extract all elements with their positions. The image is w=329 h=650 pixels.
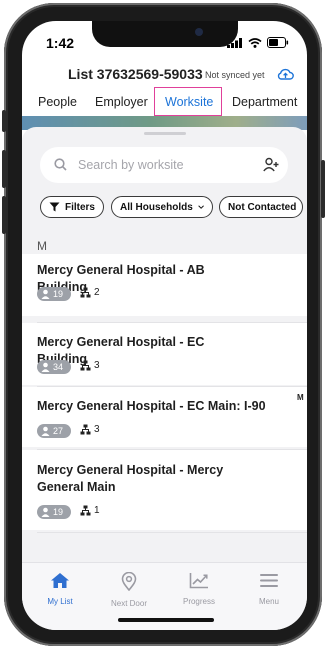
volume-down-button	[2, 196, 6, 234]
people-count-badge: 19	[37, 287, 71, 301]
search-bar[interactable]: Search by worksite	[40, 147, 288, 183]
filter-funnel-icon	[49, 202, 60, 212]
person-icon	[41, 426, 50, 436]
all-households-label: All Households	[120, 201, 193, 213]
household-count-value: 1	[94, 505, 100, 516]
location-pin-icon	[121, 571, 137, 592]
nav-label: Progress	[182, 597, 215, 606]
notch	[92, 21, 238, 47]
page-title: List 37632569-59033	[68, 66, 203, 82]
nav-menu[interactable]: Menu	[234, 572, 304, 606]
hierarchy-icon	[80, 424, 91, 435]
chart-icon	[189, 573, 208, 589]
person-icon	[41, 507, 50, 517]
phone-screen: 1:42 List 37632569-59033 Not synced yet	[22, 21, 307, 630]
search-input[interactable]: Search by worksite	[78, 158, 184, 172]
menu-icon	[260, 574, 278, 587]
people-count-badge: 27	[37, 424, 71, 438]
camera-icon	[195, 28, 203, 36]
worksite-name: Mercy General Hospital - Mercy General M…	[37, 463, 224, 494]
nav-label: Menu	[258, 597, 279, 606]
household-count-value: 3	[94, 360, 100, 371]
nav-progress[interactable]: Progress	[164, 572, 234, 606]
people-count: 34	[53, 362, 64, 372]
tab-highlight-box	[154, 87, 222, 116]
silent-switch	[2, 110, 6, 132]
home-icon	[51, 573, 69, 588]
filters-button[interactable]: Filters	[40, 196, 104, 218]
home-indicator[interactable]	[118, 618, 214, 622]
household-count: 2	[80, 287, 100, 298]
hierarchy-icon	[80, 360, 91, 371]
people-count-badge: 34	[37, 360, 71, 374]
power-button	[321, 160, 325, 218]
not-contacted-label: Not Contacted	[228, 201, 297, 213]
person-icon	[41, 289, 50, 299]
filters-label: Filters	[64, 201, 95, 213]
worksite-row[interactable]: Mercy General Hospital - Mercy General M…	[22, 450, 307, 530]
hierarchy-icon	[80, 505, 91, 516]
chevron-down-icon	[198, 205, 204, 209]
people-count: 27	[53, 426, 64, 436]
not-contacted-filter[interactable]: Not Contacted	[219, 196, 303, 218]
list-header: List 37632569-59033 Not synced yet	[22, 62, 307, 90]
nav-my-list[interactable]: My List	[25, 572, 95, 606]
battery-icon	[267, 37, 289, 48]
household-count: 3	[80, 424, 100, 435]
sheet-grabber[interactable]	[144, 132, 186, 135]
people-count-badge: 19	[37, 505, 71, 519]
sync-status: Not synced yet	[205, 70, 265, 80]
status-time: 1:42	[46, 35, 75, 51]
nav-label: Next Door	[110, 599, 147, 608]
worksite-row[interactable]: Mercy General Hospital - AB Building 19 …	[22, 254, 307, 316]
add-person-icon[interactable]	[263, 157, 279, 172]
household-count: 1	[80, 505, 100, 516]
all-households-dropdown[interactable]: All Households	[111, 196, 213, 218]
nav-label: My List	[47, 597, 73, 606]
hierarchy-icon	[80, 287, 91, 298]
household-count: 3	[80, 360, 100, 371]
people-count: 19	[53, 507, 64, 517]
worksite-row[interactable]: Mercy General Hospital - EC Building 34 …	[22, 323, 307, 385]
worksite-name: Mercy General Hospital - EC Main: I-90	[37, 399, 266, 413]
person-icon	[41, 362, 50, 372]
filter-bar: Filters All Households Not Contacted	[40, 196, 307, 220]
household-count-value: 2	[94, 287, 100, 298]
search-icon	[54, 158, 67, 171]
volume-up-button	[2, 150, 6, 188]
cloud-upload-icon[interactable]	[277, 67, 294, 81]
worksite-row[interactable]: Mercy General Hospital - EC Main: I-90 2…	[22, 387, 307, 447]
tab-people[interactable]: People	[38, 95, 77, 109]
tab-employer[interactable]: Employer	[95, 95, 148, 109]
section-header: M	[37, 239, 47, 253]
alphabet-index-letter[interactable]: M	[297, 393, 304, 402]
status-icons	[227, 37, 289, 48]
divider	[37, 532, 307, 533]
tab-department[interactable]: Department	[232, 95, 297, 109]
household-count-value: 3	[94, 424, 100, 435]
wifi-icon	[248, 37, 262, 48]
nav-next-door[interactable]: Next Door	[94, 571, 164, 608]
people-count: 19	[53, 289, 64, 299]
